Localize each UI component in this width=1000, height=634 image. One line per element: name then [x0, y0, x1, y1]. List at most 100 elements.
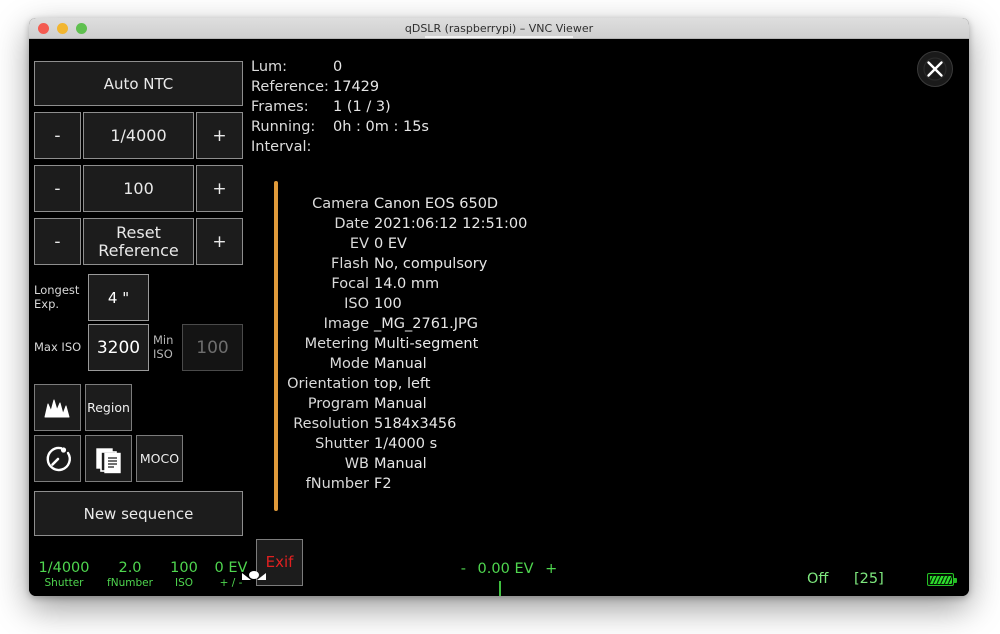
exif-row: Date 2021:06:12 12:51:00 [251, 214, 527, 234]
exif-value: Canon EOS 650D [374, 196, 498, 212]
battery-full-icon [930, 576, 952, 584]
exif-row: Metering Multi-segment [251, 334, 527, 354]
iso-decrement-button[interactable]: - [34, 165, 81, 212]
exif-key: fNumber [251, 476, 374, 492]
status-value: 17429 [333, 79, 379, 95]
exif-row: Focal 14.0 mm [251, 274, 527, 294]
moco-button[interactable]: MOCO [136, 435, 183, 482]
reset-reference-button[interactable]: Reset Reference [83, 218, 194, 265]
status-key: Interval: [251, 139, 333, 155]
ev-adjust-control[interactable]: - 0.00 EV + [449, 561, 569, 577]
max-iso-field[interactable]: 3200 [88, 324, 149, 371]
exif-row: Camera Canon EOS 650D [251, 194, 527, 214]
exif-key: Shutter [251, 436, 374, 452]
copy-pages-icon [94, 444, 124, 474]
timer-state-label[interactable]: Off [807, 571, 828, 587]
frame-count-label: [25] [854, 571, 884, 587]
exif-value: Multi-segment [374, 336, 478, 352]
longest-exposure-field[interactable]: 4 " [88, 274, 149, 321]
exif-key: Date [251, 216, 374, 232]
exif-value: _MG_2761.JPG [374, 316, 478, 332]
histogram-button[interactable] [34, 384, 81, 431]
spot-meter-button[interactable] [241, 567, 267, 591]
exif-row: ISO 100 [251, 294, 527, 314]
exif-row: Flash No, compulsory [251, 254, 527, 274]
shutter-decrement-button[interactable]: - [34, 112, 81, 159]
exif-key: Mode [251, 356, 374, 372]
tool-button-row-1: Exif Region [34, 384, 132, 431]
status-key: Running: [251, 119, 333, 135]
longest-exposure-row: Longest Exp. 4 " [34, 274, 149, 321]
reference-increment-button[interactable]: + [196, 218, 243, 265]
iso-limits-row: Max ISO 3200 Min ISO 100 [34, 324, 243, 371]
exif-table: Camera Canon EOS 650D Date 2021:06:12 12… [251, 194, 527, 494]
tool-button-row-2: MOCO [34, 435, 183, 482]
max-iso-label: Max ISO [34, 324, 88, 371]
exif-value: 1/4000 s [374, 436, 437, 452]
shutter-increment-button[interactable]: + [196, 112, 243, 159]
readout-label: fNumber [101, 576, 159, 591]
exif-key: EV [251, 236, 374, 252]
exif-row: Program Manual [251, 394, 527, 414]
bottom-status-bar: 1/4000 Shutter 2.0 fNumber 100 ISO 0 EV … [29, 529, 969, 596]
status-key: Lum: [251, 59, 333, 75]
min-iso-label: Min ISO [149, 324, 182, 371]
iso-increment-button[interactable]: + [196, 165, 243, 212]
readout-iso: 100 ISO [160, 561, 208, 592]
exif-row: Mode Manual [251, 354, 527, 374]
exif-row: Orientation top, left [251, 374, 527, 394]
reference-decrement-button[interactable]: - [34, 218, 81, 265]
status-row: Interval: [251, 137, 429, 157]
status-row: Lum: 0 [251, 57, 429, 77]
reference-control-row: - Reset Reference + [34, 218, 249, 265]
exif-row: WB Manual [251, 454, 527, 474]
iso-value-button[interactable]: 100 [83, 165, 194, 212]
spot-meter-icon [241, 567, 267, 587]
readout-label: Shutter [33, 576, 95, 591]
exif-key: Camera [251, 196, 374, 212]
exif-key: ISO [251, 296, 374, 312]
status-key: Reference: [251, 79, 333, 95]
exif-value: Manual [374, 356, 427, 372]
exif-value: No, compulsory [374, 256, 487, 272]
region-button[interactable]: Region [85, 384, 132, 431]
timer-icon [43, 444, 73, 474]
exif-value: F2 [374, 476, 392, 492]
exif-row: fNumber F2 [251, 474, 527, 494]
shutter-control-row: - 1/4000 + [34, 112, 249, 159]
exif-key: WB [251, 456, 374, 472]
shutter-value-button[interactable]: 1/4000 [83, 112, 194, 159]
longest-exposure-label: Longest Exp. [34, 274, 88, 321]
ev-minus-button[interactable]: - [461, 561, 466, 577]
exif-value: 2021:06:12 12:51:00 [374, 216, 527, 232]
exif-key: Resolution [251, 416, 374, 432]
readout-value: 100 [160, 561, 208, 576]
window-titlebar: qDSLR (raspberrypi) – VNC Viewer [29, 18, 969, 39]
exif-key: Flash [251, 256, 374, 272]
copy-button[interactable] [85, 435, 132, 482]
status-value: 1 (1 / 3) [333, 99, 391, 115]
exif-key: Orientation [251, 376, 374, 392]
exif-key: Metering [251, 336, 374, 352]
close-app-button[interactable] [917, 51, 953, 87]
status-row: Reference: 17429 [251, 77, 429, 97]
ev-plus-button[interactable]: + [545, 561, 557, 577]
battery-indicator [927, 573, 954, 586]
auto-ntc-button[interactable]: Auto NTC [34, 61, 243, 106]
status-row: Frames: 1 (1 / 3) [251, 97, 429, 117]
exif-row: Resolution 5184x3456 [251, 414, 527, 434]
status-list: Lum: 0 Reference: 17429 Frames: 1 (1 / 3… [251, 57, 429, 157]
close-x-icon [923, 57, 947, 81]
min-iso-field: 100 [182, 324, 243, 371]
timer-button[interactable] [34, 435, 81, 482]
ev-value: 0.00 EV [478, 561, 534, 577]
exif-value: 5184x3456 [374, 416, 456, 432]
exif-row: EV 0 EV [251, 234, 527, 254]
exif-key: Focal [251, 276, 374, 292]
status-key: Frames: [251, 99, 333, 115]
status-value: 0 [333, 59, 342, 75]
exif-key: Image [251, 316, 374, 332]
exif-row: Image _MG_2761.JPG [251, 314, 527, 334]
title-underline [425, 36, 573, 38]
exif-value: 0 EV [374, 236, 407, 252]
